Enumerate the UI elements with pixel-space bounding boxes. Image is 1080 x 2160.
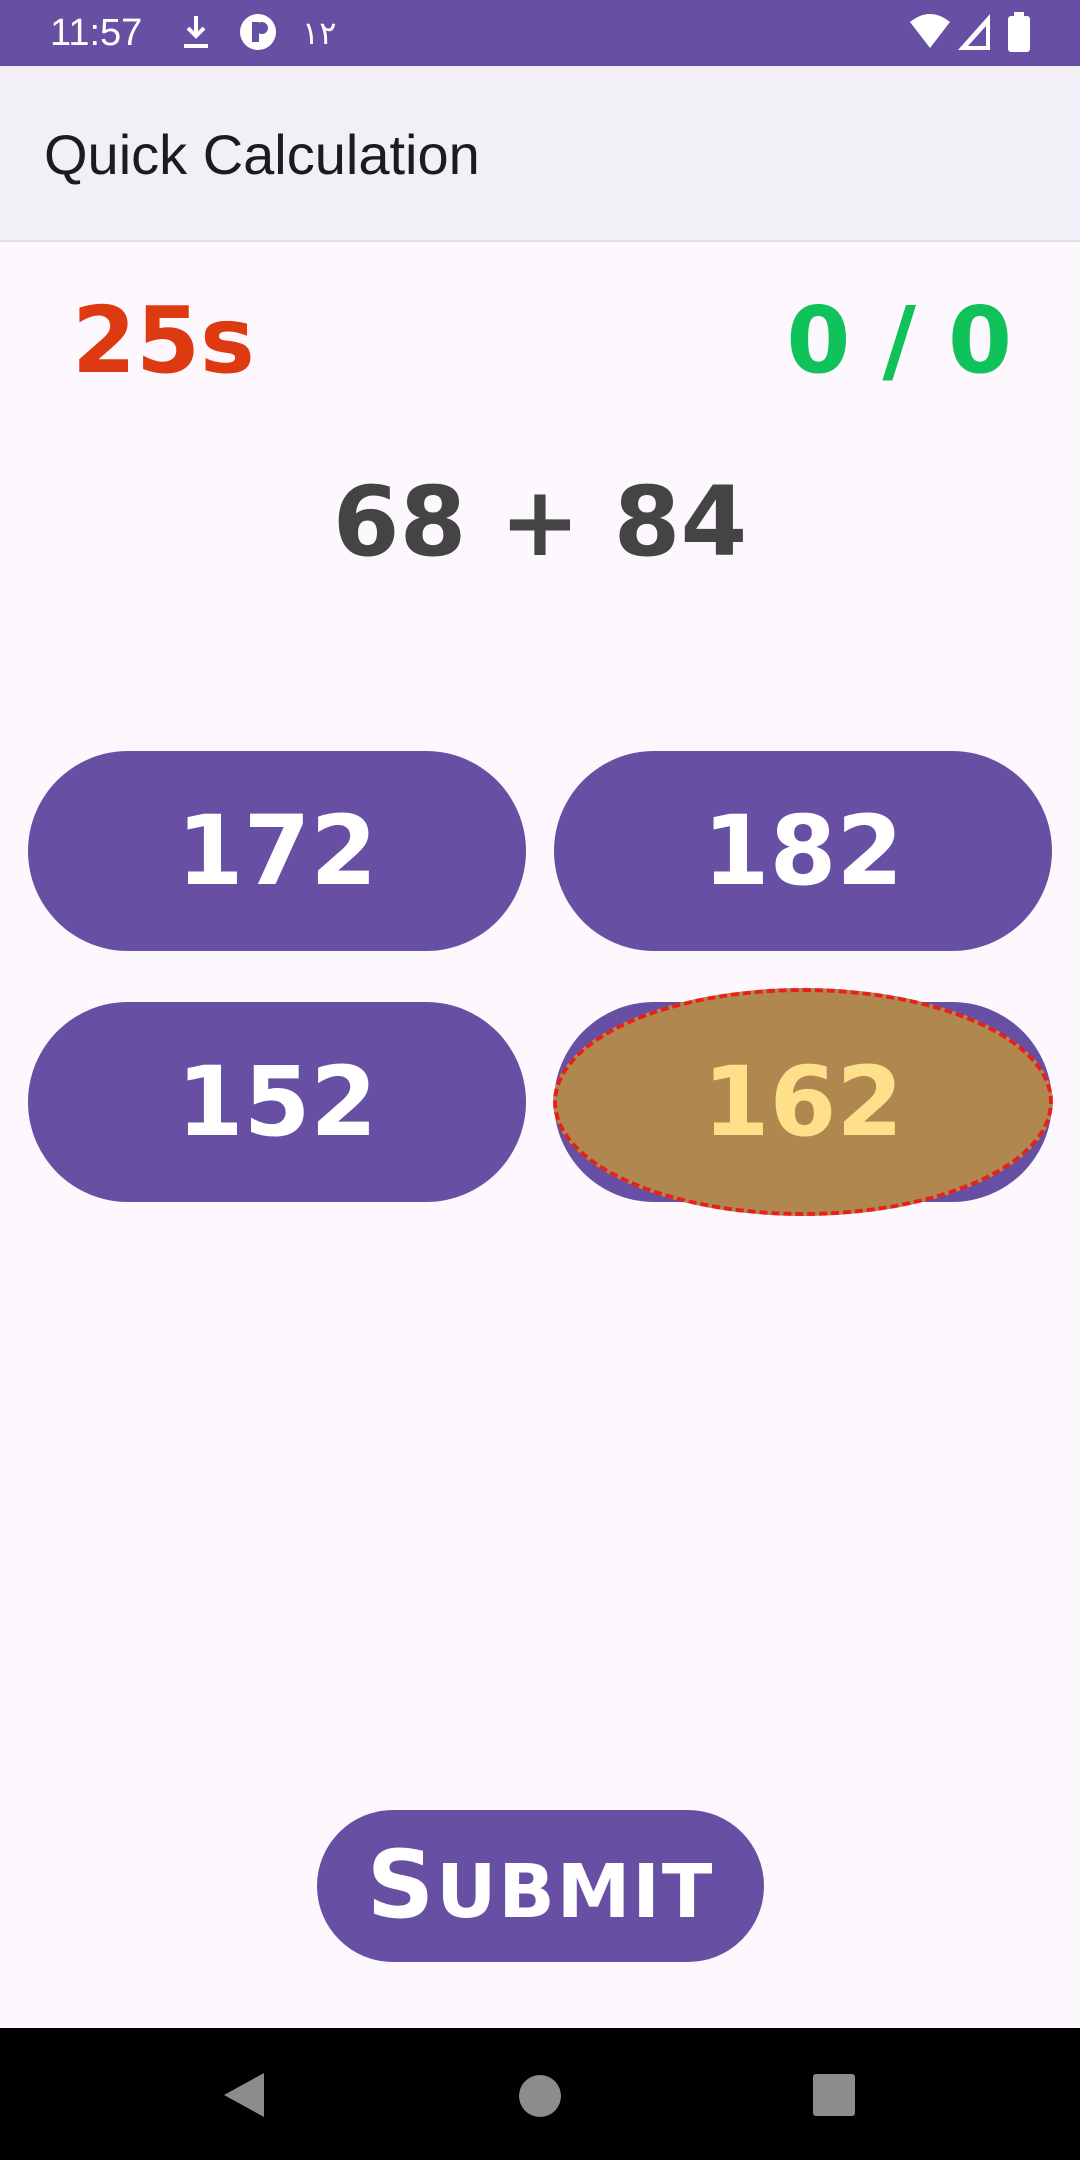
answer-button-2[interactable]: 182	[554, 751, 1052, 951]
navigation-bar	[0, 2028, 1080, 2160]
signal-icon	[958, 14, 990, 50]
answer-button-4-selected[interactable]: 162	[553, 988, 1053, 1216]
submit-label-rest: UBMIT	[436, 1849, 715, 1935]
app-bar: Quick Calculation	[0, 66, 1080, 242]
answer-label: 152	[176, 1046, 378, 1158]
answer-button-1[interactable]: 172	[28, 751, 526, 951]
home-icon[interactable]	[518, 2074, 562, 2118]
submit-button[interactable]: SUBMIT	[317, 1810, 764, 1962]
answer-label: 162	[702, 1046, 904, 1158]
app-notification-icon	[240, 14, 276, 50]
battery-icon	[1008, 12, 1030, 52]
answer-label: 182	[702, 795, 904, 907]
download-icon	[184, 16, 208, 48]
answer-label: 172	[176, 795, 378, 907]
app-title: Quick Calculation	[44, 123, 480, 186]
timer: 25s	[72, 287, 255, 394]
question: 68 + 84	[332, 466, 748, 578]
status-bar: 11:57 ١٢	[0, 0, 1080, 66]
recents-icon[interactable]	[813, 2074, 855, 2116]
status-arabic-digits: ١٢	[302, 14, 337, 52]
screen: 11:57 ١٢ Quick Calculation 25s 0 / 0 68	[0, 0, 1080, 2160]
submit-label-initial: S	[366, 1831, 437, 1940]
score: 0 / 0	[786, 287, 1012, 394]
back-icon[interactable]	[220, 2070, 268, 2120]
answer-button-3[interactable]: 152	[28, 1002, 526, 1202]
status-time: 11:57	[50, 12, 143, 54]
wifi-icon	[910, 14, 950, 48]
